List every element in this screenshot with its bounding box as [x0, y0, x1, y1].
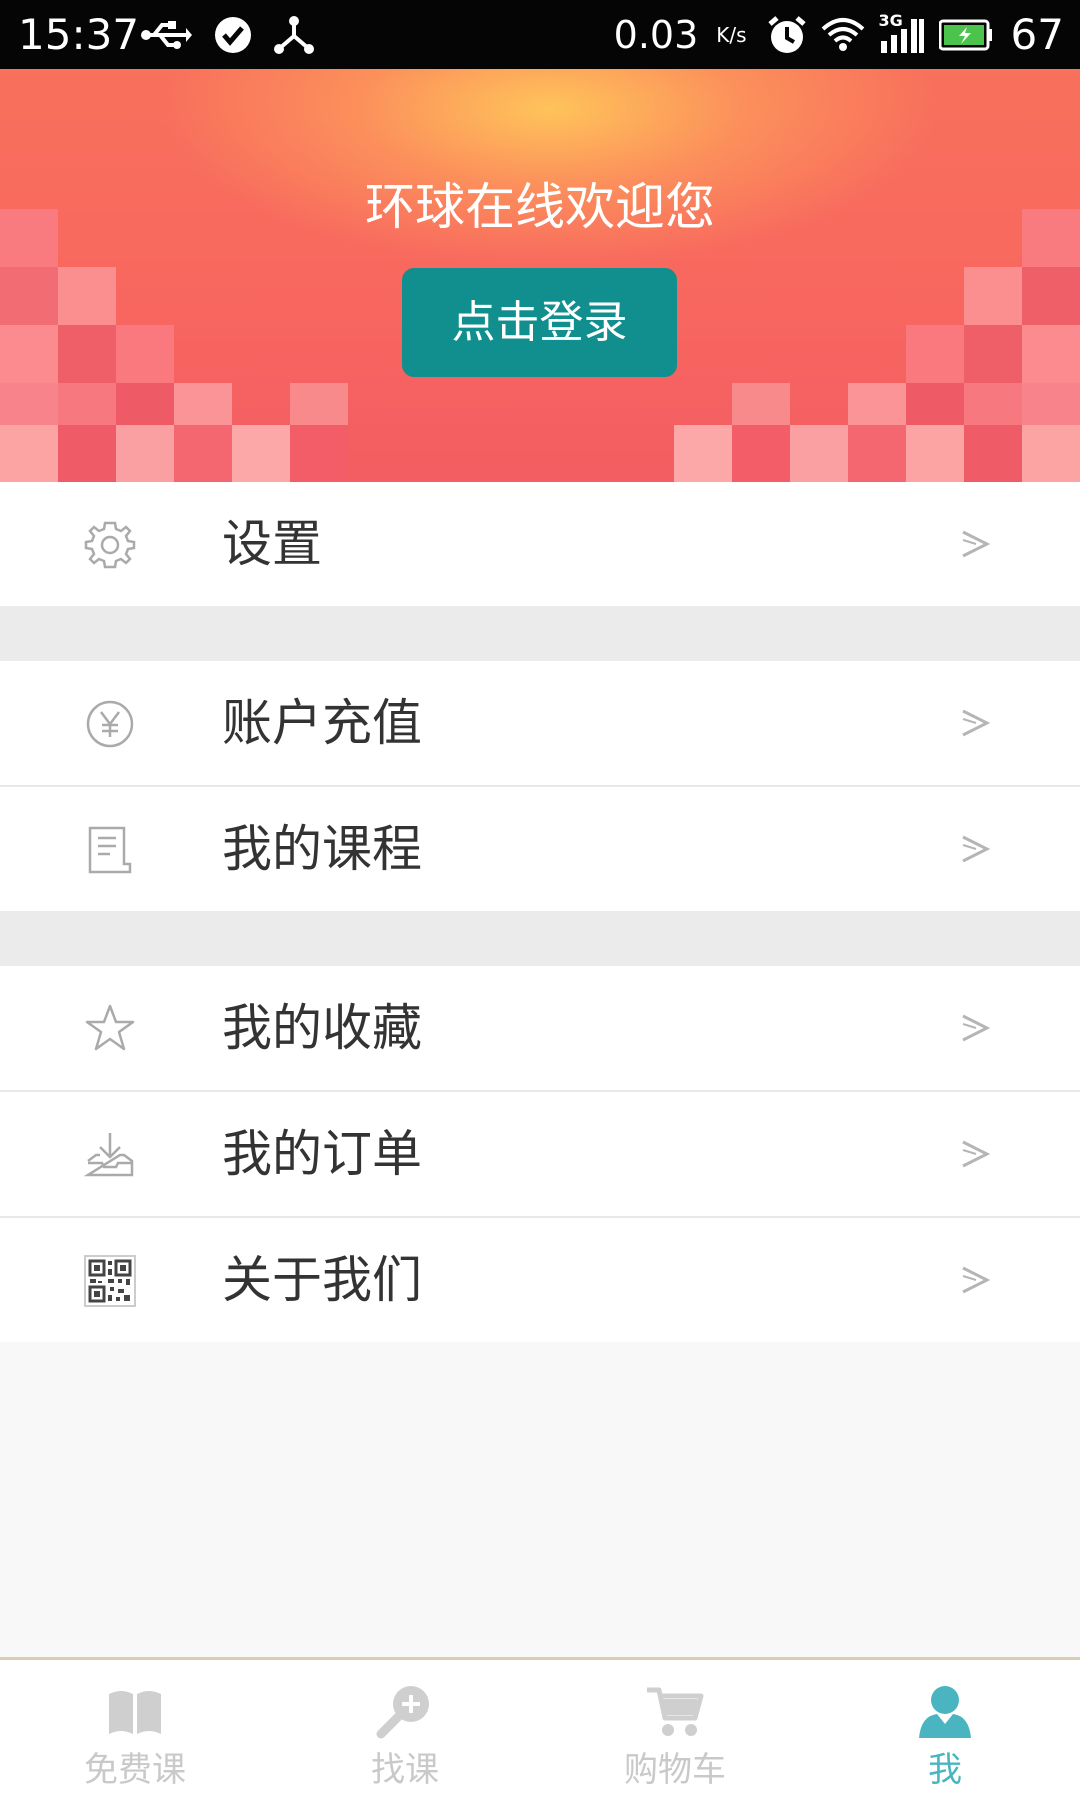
document-icon	[88, 826, 132, 874]
search-plus-icon	[376, 1686, 429, 1739]
tab-cart[interactable]: 购物车	[540, 1660, 810, 1800]
menu-item-favorites[interactable]: 我的收藏	[0, 966, 1080, 1090]
menu-item-orders[interactable]: 我的订单	[0, 1092, 1080, 1216]
menu-item-recharge[interactable]: 账户充值	[0, 661, 1080, 785]
tab-me[interactable]: 我	[810, 1660, 1080, 1800]
tab-free-courses[interactable]: 免费课	[0, 1660, 270, 1800]
chevron-right-icon	[962, 835, 990, 863]
menu-label-orders: 我的订单	[222, 1125, 422, 1183]
signal-icon: 3G	[879, 13, 925, 55]
chevron-right-icon	[962, 1014, 990, 1042]
qr-code-icon	[84, 1255, 136, 1307]
star-icon	[85, 1004, 135, 1051]
status-right: 0.03 K/s 3G 67	[614, 12, 1064, 58]
status-time: 15:37	[18, 10, 140, 59]
chevron-right-icon	[962, 530, 990, 558]
yen-coin-icon	[86, 700, 134, 748]
menu-label-my-courses: 我的课程	[222, 820, 422, 878]
welcome-text: 环球在线欢迎您	[365, 178, 715, 236]
menu-label-about: 关于我们	[222, 1251, 422, 1309]
menu-label-recharge: 账户充值	[222, 694, 422, 752]
download-tray-icon	[84, 1133, 134, 1177]
chevron-right-icon	[962, 1266, 990, 1294]
tab-find-courses[interactable]: 找课	[270, 1660, 540, 1800]
section-gap	[0, 606, 1080, 661]
net-speed: 0.03	[613, 13, 699, 57]
check-circle-icon	[215, 17, 251, 53]
tab-label-free-courses: 免费课	[84, 1750, 186, 1790]
wifi-icon	[821, 18, 864, 51]
gear-icon	[84, 521, 136, 569]
menu-label-settings: 设置	[222, 515, 322, 573]
profile-header: 环球在线欢迎您 点击登录	[0, 69, 1080, 482]
tab-label-find-courses: 找课	[371, 1750, 439, 1790]
battery-level: 67	[1010, 10, 1064, 59]
chevron-right-icon	[962, 1140, 990, 1168]
battery-icon	[938, 19, 992, 51]
section-gap	[0, 911, 1080, 966]
tab-label-cart: 购物车	[624, 1750, 726, 1790]
chevron-right-icon	[962, 709, 990, 737]
tab-label-me: 我	[928, 1750, 962, 1790]
status-bar: 15:37 0.03 K/s 3G 67	[0, 0, 1080, 69]
status-left-icons	[140, 12, 314, 58]
menu-item-settings[interactable]: 设置	[0, 482, 1080, 606]
book-icon	[109, 1691, 161, 1734]
cart-icon	[647, 1687, 704, 1736]
bottom-nav: 免费课 找课 购物车 我	[0, 1657, 1080, 1800]
share-hub-icon	[274, 16, 314, 54]
login-button[interactable]: 点击登录	[402, 268, 677, 377]
menu-label-favorites: 我的收藏	[222, 999, 422, 1057]
menu-item-about[interactable]: 关于我们	[0, 1218, 1080, 1342]
usb-icon	[141, 21, 192, 49]
alarm-icon	[767, 16, 806, 53]
menu-item-my-courses[interactable]: 我的课程	[0, 787, 1080, 911]
net-speed-unit: K/s	[716, 23, 747, 47]
user-icon	[919, 1686, 971, 1738]
header-glow	[160, 69, 940, 269]
